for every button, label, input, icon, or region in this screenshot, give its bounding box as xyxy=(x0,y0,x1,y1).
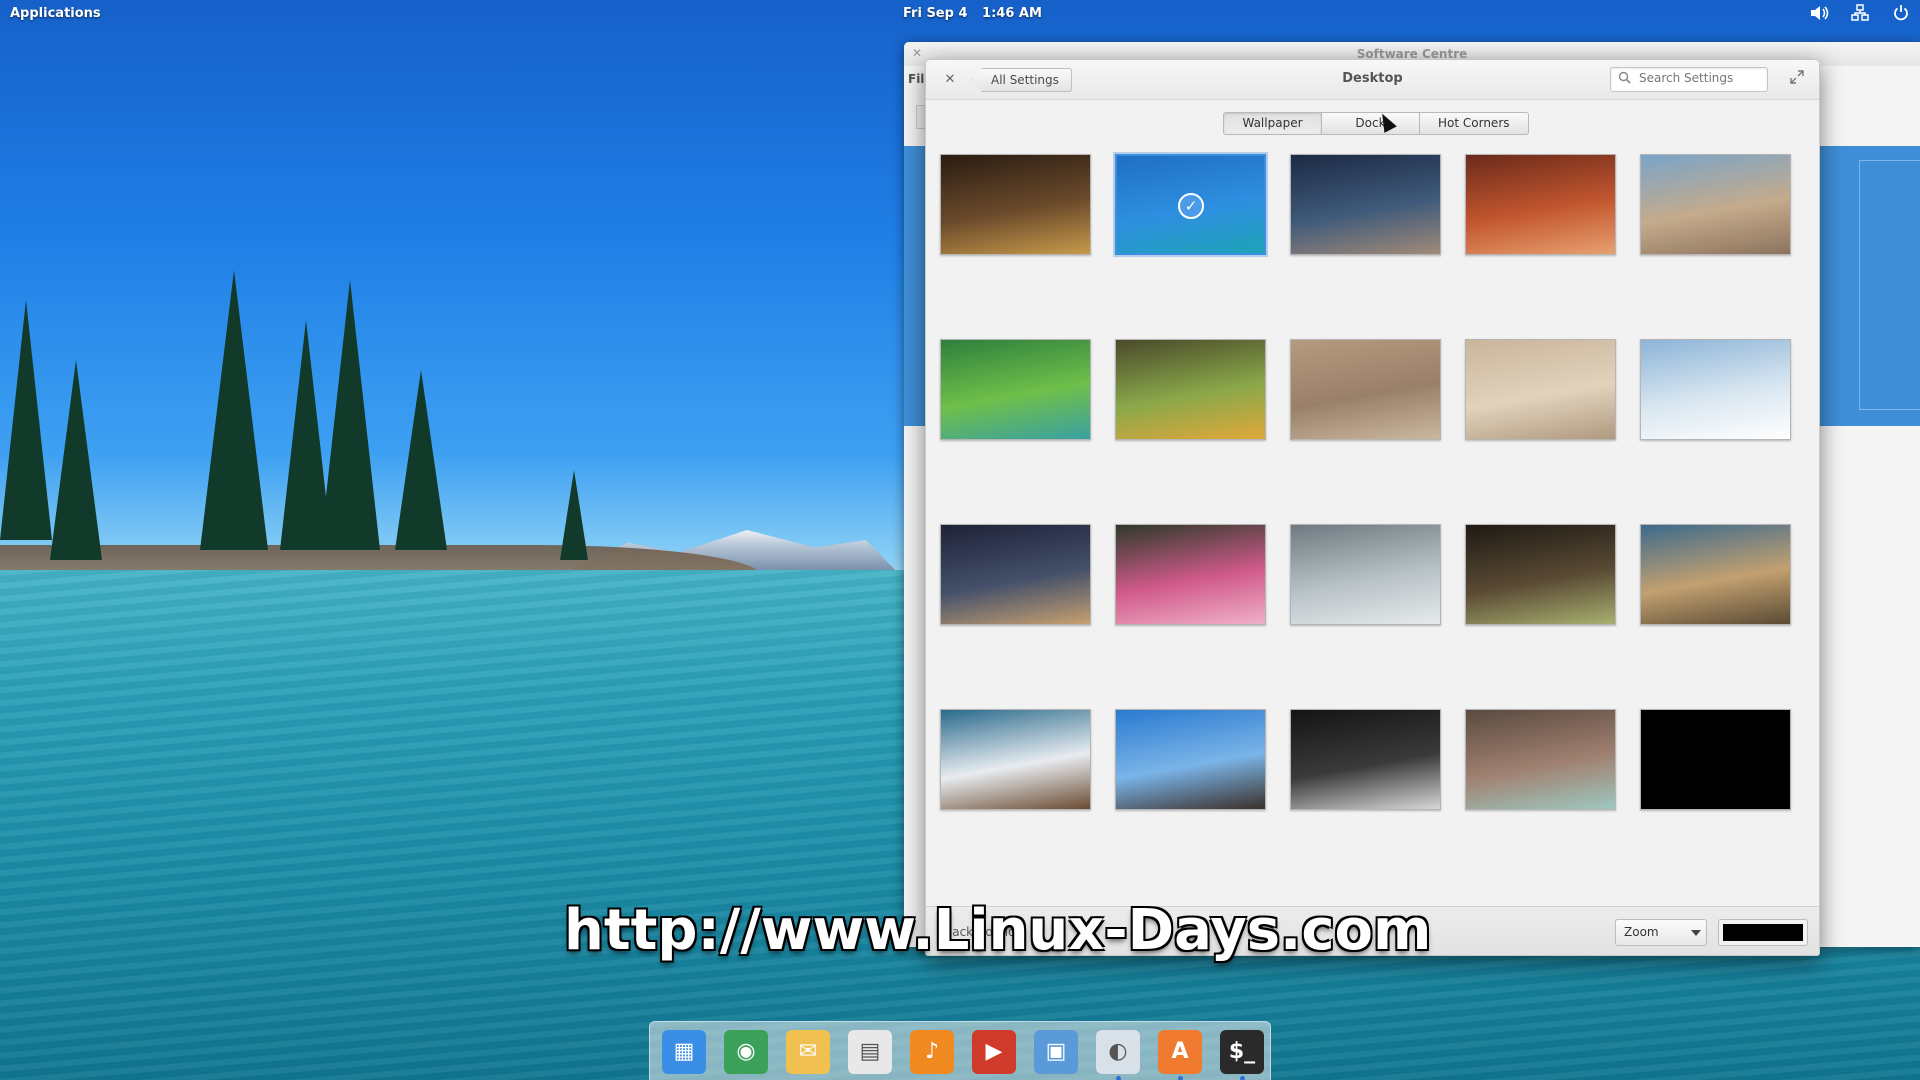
clock-time: 1:46 AM xyxy=(982,6,1042,21)
terminal-glyph: $_ xyxy=(1228,1039,1256,1064)
background-color-button[interactable] xyxy=(1718,919,1808,946)
wallpaper-tree xyxy=(395,370,447,550)
calendar-icon[interactable]: ▤ xyxy=(848,1030,892,1074)
wallpaper-thumbnail[interactable] xyxy=(1115,339,1266,440)
power-icon[interactable] xyxy=(1890,4,1912,24)
watermark-text: http://www.Linux-Days.com xyxy=(564,898,1432,963)
running-indicator xyxy=(1178,1076,1183,1080)
wallpaper-thumbnail[interactable] xyxy=(1465,154,1616,255)
wallpaper-thumbnail[interactable] xyxy=(1465,339,1616,440)
chevron-down-icon xyxy=(1691,930,1701,936)
volume-icon[interactable] xyxy=(1808,4,1830,24)
settings-icon[interactable]: ◐ xyxy=(1096,1030,1140,1074)
mail-glyph: ✉ xyxy=(798,1039,818,1064)
tab-hot-corners[interactable]: Hot Corners xyxy=(1419,112,1529,135)
wallpaper-thumbnail[interactable] xyxy=(1640,154,1791,255)
app-center-icon[interactable]: A xyxy=(1158,1030,1202,1074)
desktop-settings-window: ✕ All Settings Desktop Wallpaper Dock Ho… xyxy=(925,59,1820,956)
terminal-icon[interactable]: $_ xyxy=(1220,1030,1264,1074)
wallpaper-thumbnail[interactable] xyxy=(1290,709,1441,810)
wallpaper-thumbnail[interactable] xyxy=(1115,709,1266,810)
wallpaper-thumbnail[interactable] xyxy=(940,339,1091,440)
running-indicator xyxy=(1116,1076,1121,1080)
tab-dock[interactable]: Dock xyxy=(1321,112,1420,135)
dock: ▦ ◉ ✉ ▤ ♪ ▶ ▣ ◐ A $_ xyxy=(649,1021,1271,1080)
wallpaper-thumbnail[interactable] xyxy=(1290,154,1441,255)
search-settings-field[interactable] xyxy=(1610,67,1768,92)
browser-icon[interactable]: ◉ xyxy=(724,1030,768,1074)
settings-titlebar: ✕ All Settings Desktop xyxy=(926,60,1819,100)
top-panel: Applications Fri Sep 4 1:46 AM xyxy=(0,0,1920,28)
wallpaper-thumbnail[interactable] xyxy=(1290,524,1441,625)
mail-icon[interactable]: ✉ xyxy=(786,1030,830,1074)
music-icon[interactable]: ♪ xyxy=(910,1030,954,1074)
software-centre-close-icon[interactable]: ✕ xyxy=(912,46,922,60)
search-icon xyxy=(1618,71,1631,87)
browser-glyph: ◉ xyxy=(736,1039,756,1064)
multitasking-view-glyph: ▦ xyxy=(673,1039,695,1064)
multitasking-view-icon[interactable]: ▦ xyxy=(662,1030,706,1074)
software-centre-banner-panel xyxy=(1859,160,1920,410)
wallpaper-tree xyxy=(560,470,588,560)
wallpaper-thumbnail[interactable] xyxy=(1465,524,1616,625)
videos-glyph: ▶ xyxy=(985,1039,1003,1064)
wallpaper-thumbnail[interactable] xyxy=(940,154,1091,255)
color-swatch xyxy=(1723,924,1803,941)
wallpaper-thumbnail[interactable] xyxy=(940,709,1091,810)
wallpaper-thumbnail[interactable] xyxy=(1640,339,1791,440)
clock-date: Fri Sep 4 xyxy=(903,6,968,21)
wallpaper-thumbnail[interactable] xyxy=(1640,524,1791,625)
wallpaper-thumbnail[interactable] xyxy=(1115,524,1266,625)
music-glyph: ♪ xyxy=(924,1039,940,1064)
videos-icon[interactable]: ▶ xyxy=(972,1030,1016,1074)
calendar-glyph: ▤ xyxy=(859,1039,881,1064)
maximize-icon[interactable] xyxy=(1790,70,1804,88)
search-input[interactable] xyxy=(1639,71,1763,85)
tab-wallpaper[interactable]: Wallpaper xyxy=(1223,112,1322,135)
panel-clock[interactable]: Fri Sep 4 1:46 AM xyxy=(903,6,1052,21)
zoom-mode-value: Zoom xyxy=(1624,925,1659,939)
wallpaper-tree xyxy=(320,280,380,550)
wallpaper-thumbnail[interactable] xyxy=(940,524,1091,625)
zoom-mode-select[interactable]: Zoom xyxy=(1615,919,1707,946)
running-indicator xyxy=(1240,1076,1245,1080)
app-center-glyph: A xyxy=(1171,1039,1189,1064)
settings-tabs: Wallpaper Dock Hot Corners xyxy=(1223,112,1529,135)
photos-glyph: ▣ xyxy=(1045,1039,1067,1064)
wallpaper-tree xyxy=(200,270,268,550)
wallpaper-thumbnail[interactable] xyxy=(1290,339,1441,440)
wallpaper-tree xyxy=(0,300,52,540)
wallpaper-thumbnail[interactable] xyxy=(1465,709,1616,810)
wallpaper-thumbnail[interactable]: ✓ xyxy=(1115,154,1266,255)
checkmark-icon: ✓ xyxy=(1178,193,1204,219)
wallpaper-thumbnail[interactable] xyxy=(1640,709,1791,810)
wallpaper-tree xyxy=(50,360,102,560)
applications-menu[interactable]: Applications xyxy=(10,6,101,21)
network-icon[interactable] xyxy=(1849,4,1871,24)
settings-glyph: ◐ xyxy=(1108,1039,1128,1064)
photos-icon[interactable]: ▣ xyxy=(1034,1030,1078,1074)
